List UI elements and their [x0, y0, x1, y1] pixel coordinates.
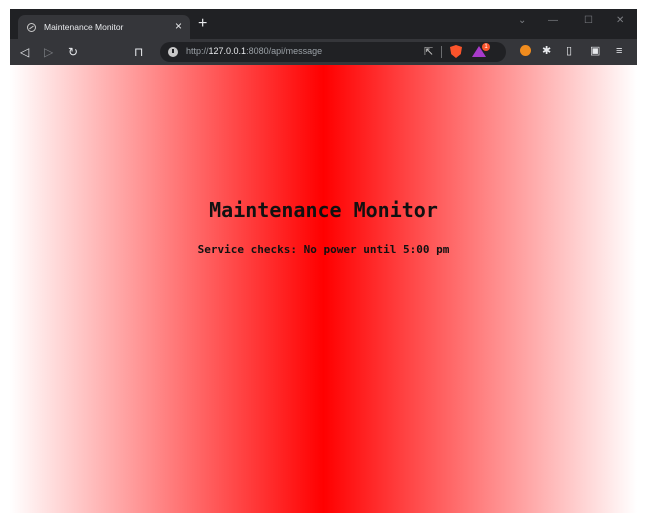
share-icon[interactable]: ⇱ — [424, 45, 433, 58]
address-bar[interactable]: http://127.0.0.1:8080/api/message ⇱ 1 — [160, 42, 506, 62]
tab-strip: Maintenance Monitor × + ⌄ — ☐ ✕ — [10, 9, 637, 39]
back-button[interactable]: ◁ — [20, 44, 29, 60]
new-tab-button[interactable]: + — [198, 16, 207, 32]
url-text[interactable]: http://127.0.0.1:8080/api/message — [186, 46, 322, 56]
reload-button[interactable]: ↻ — [68, 44, 78, 60]
omnibox-divider — [441, 46, 442, 58]
tab-search-button[interactable]: ⌄ — [518, 15, 526, 26]
globe-icon — [27, 22, 36, 32]
status-message: Service checks: No power until 5:00 pm — [197, 243, 450, 256]
puzzle-icon[interactable]: ✱ — [542, 44, 551, 58]
menu-icon[interactable]: ≡ — [616, 44, 622, 58]
page-content: Maintenance Monitor Service checks: No p… — [10, 65, 637, 513]
close-window-button[interactable]: ✕ — [616, 15, 624, 26]
tab-close-button[interactable]: × — [175, 19, 182, 33]
browser-window: Maintenance Monitor × + ⌄ — ☐ ✕ ◁ ▷ ↻ ⊓ … — [10, 9, 637, 513]
sidebar-icon[interactable]: ▯ — [566, 44, 572, 58]
wallet-icon[interactable]: ▣ — [590, 44, 600, 58]
bookmark-button[interactable]: ⊓ — [134, 44, 143, 60]
url-scheme: http:// — [186, 46, 209, 56]
tab-title: Maintenance Monitor — [44, 22, 124, 32]
minimize-button[interactable]: — — [548, 15, 558, 26]
browser-toolbar: ◁ ▷ ↻ ⊓ http://127.0.0.1:8080/api/messag… — [10, 39, 637, 65]
extension-icon[interactable] — [520, 45, 531, 56]
page-title: Maintenance Monitor — [209, 198, 438, 222]
maximize-button[interactable]: ☐ — [584, 15, 593, 26]
forward-button[interactable]: ▷ — [44, 44, 53, 60]
url-rest: :8080/api/message — [246, 46, 323, 56]
rewards-badge: 1 — [482, 43, 490, 51]
active-tab[interactable]: Maintenance Monitor × — [18, 15, 190, 39]
url-host: 127.0.0.1 — [208, 46, 247, 56]
info-icon[interactable] — [168, 47, 178, 57]
brave-shields-icon[interactable] — [450, 45, 462, 58]
